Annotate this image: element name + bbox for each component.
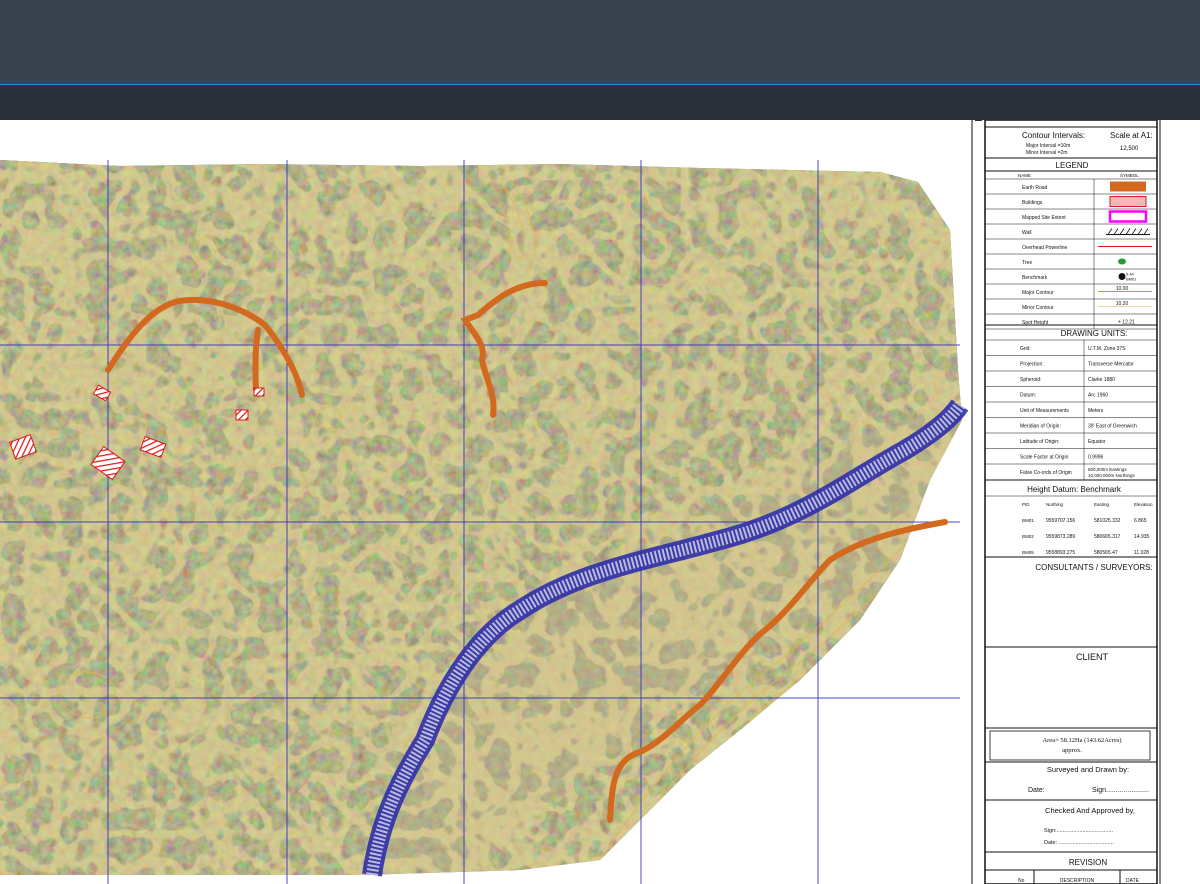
legend-item-6: Tree <box>1022 260 1032 266</box>
units-label-7: Latitude of Origin: <box>1020 439 1059 445</box>
bm-header-2: Northing <box>1046 502 1064 507</box>
units-label-6: Meridian of Origin: <box>1020 424 1061 430</box>
major-interval-text: Major Interval =10m <box>1026 143 1070 149</box>
bm-easting-3: 580565.47 <box>1094 550 1118 556</box>
legend-item-3: Mapped Site Extent <box>1022 215 1066 221</box>
minor-contour-label: 10.20 <box>1116 301 1129 307</box>
bm-pid-3: BM05 <box>1022 550 1034 555</box>
legend-item-9: Minor Contour <box>1022 305 1054 311</box>
legend-rows: Earth Road Buildings Mapped Site Extent Wal… <box>985 178 1157 330</box>
checked-title: Checked And Approved by, <box>1045 806 1135 815</box>
client-title: CLIENT <box>1076 652 1109 662</box>
units-label-9: False Co-ords of Origin <box>1020 470 1072 476</box>
bm-easting-1: 581025.332 <box>1094 518 1121 524</box>
site-map-svg <box>0 120 973 884</box>
checked-date: Date:...................................… <box>1044 840 1114 846</box>
units-label-2: Projection: <box>1020 362 1044 368</box>
height-datum-title: Height Datum: Benchmark <box>1027 485 1122 494</box>
units-value-4: Arc 1960 <box>1088 393 1108 399</box>
scale-label: Scale at A1: <box>1110 131 1153 140</box>
bm-pid-1: BM01 <box>1022 518 1034 523</box>
units-value-7: Equator <box>1088 439 1106 445</box>
drawing-units-title: DRAWING UNITS: <box>1061 329 1128 338</box>
contour-intervals-label: Contour Intervals: <box>1022 131 1085 140</box>
units-value-6: 39' East of Greenwich <box>1088 424 1137 430</box>
bm-header-1: PID <box>1022 502 1030 507</box>
bm-pid-2: BM02 <box>1022 534 1034 539</box>
legend-symbol-header: SYMBOL <box>1120 173 1139 178</box>
bm-elevation-1: 6.865 <box>1134 518 1147 524</box>
bm-northing-2: 9559873.289 <box>1046 534 1075 540</box>
buildings-swatch <box>1109 196 1147 207</box>
consultants-title: CONSULTANTS / SURVEYORS: <box>1035 563 1152 572</box>
benchmark-icon <box>1118 273 1126 280</box>
legend-name-header: NAME <box>1018 173 1031 178</box>
tree-icon <box>1118 258 1126 265</box>
units-value-9-b: 10,000,000m Northings <box>1088 473 1136 478</box>
area-line-1: Area= 58.12Ha (143.62Acres) <box>1042 737 1121 744</box>
legend-item-7: Benchmark <box>1022 275 1048 281</box>
surveyed-date-label: Date: <box>1028 787 1045 794</box>
units-value-3: Clarke 1880 <box>1088 377 1115 383</box>
bm-header-4: Elevation <box>1134 502 1153 507</box>
units-value-5: Meters <box>1088 408 1104 414</box>
legend-item-8: Major Contour <box>1022 290 1054 296</box>
legend-item-4: Wall <box>1022 230 1032 236</box>
bm-elevation-3: 11.028 <box>1134 550 1149 556</box>
drawing-units-rows: Grid: U.T.M. Zone 37S Projection: Transvers… <box>985 339 1157 480</box>
area-line-2: approx. <box>1062 747 1082 754</box>
bm-elevation-2: 14.935 <box>1134 534 1150 540</box>
units-label-1: Grid: <box>1020 346 1031 352</box>
site-extent-swatch <box>1108 210 1148 223</box>
surveyed-sign-label: Sign...................... <box>1092 787 1149 794</box>
legend-item-1: Earth Road <box>1022 185 1048 191</box>
bm-easting-2: 580665.317 <box>1094 534 1121 540</box>
revision-description-header: DESCRIPTION <box>1060 878 1095 884</box>
title-block: Contour Intervals: Major Interval =10m M… <box>982 120 1200 884</box>
surveyed-title: Surveyed and Drawn by: <box>1047 765 1129 774</box>
scale-value: 12,500 <box>1120 146 1139 152</box>
benchmark-table: PID Northing Easting Elevation BM01 9559707.1… <box>985 495 1157 556</box>
title-block-svg: Contour Intervals: Major Interval =10m M… <box>984 120 1161 884</box>
units-label-8: Scale Factor at Origin <box>1020 455 1069 461</box>
app-title-bar <box>0 0 1200 84</box>
bm-northing-1: 9559707.156 <box>1046 518 1075 524</box>
legend-item-5: Overhead Powerline <box>1022 245 1068 251</box>
units-value-1: U.T.M. Zone 37S <box>1088 346 1126 352</box>
minor-interval-text: Minor Interval =2m <box>1026 150 1068 156</box>
legend-title: LEGEND <box>1056 161 1089 170</box>
units-label-4: Datum: <box>1020 393 1036 399</box>
benchmark-label-2: BM01 <box>1126 277 1137 282</box>
checked-sign: Sign:...................................… <box>1044 828 1114 834</box>
major-contour-label: 10.00 <box>1116 286 1129 292</box>
revision-no-header: No <box>1018 878 1025 884</box>
bm-header-3: Easting <box>1094 502 1110 507</box>
earth-road-swatch <box>1110 181 1146 192</box>
revision-date-header: DATE <box>1126 878 1140 884</box>
app-toolbar <box>0 84 1200 121</box>
units-label-5: Unit of Measurements <box>1020 408 1069 414</box>
units-value-9: 500,000m Eastings <box>1088 467 1127 472</box>
revision-title: REVISION <box>1069 858 1107 867</box>
legend-item-2: Buildings <box>1022 200 1043 206</box>
units-value-8: 0.9996 <box>1088 455 1104 461</box>
drawing-canvas[interactable] <box>0 120 975 884</box>
units-value-2: Transverse Mercator <box>1088 362 1134 368</box>
units-label-3: Spheroid: <box>1020 377 1041 383</box>
bm-northing-3: 9558893.275 <box>1046 550 1075 556</box>
